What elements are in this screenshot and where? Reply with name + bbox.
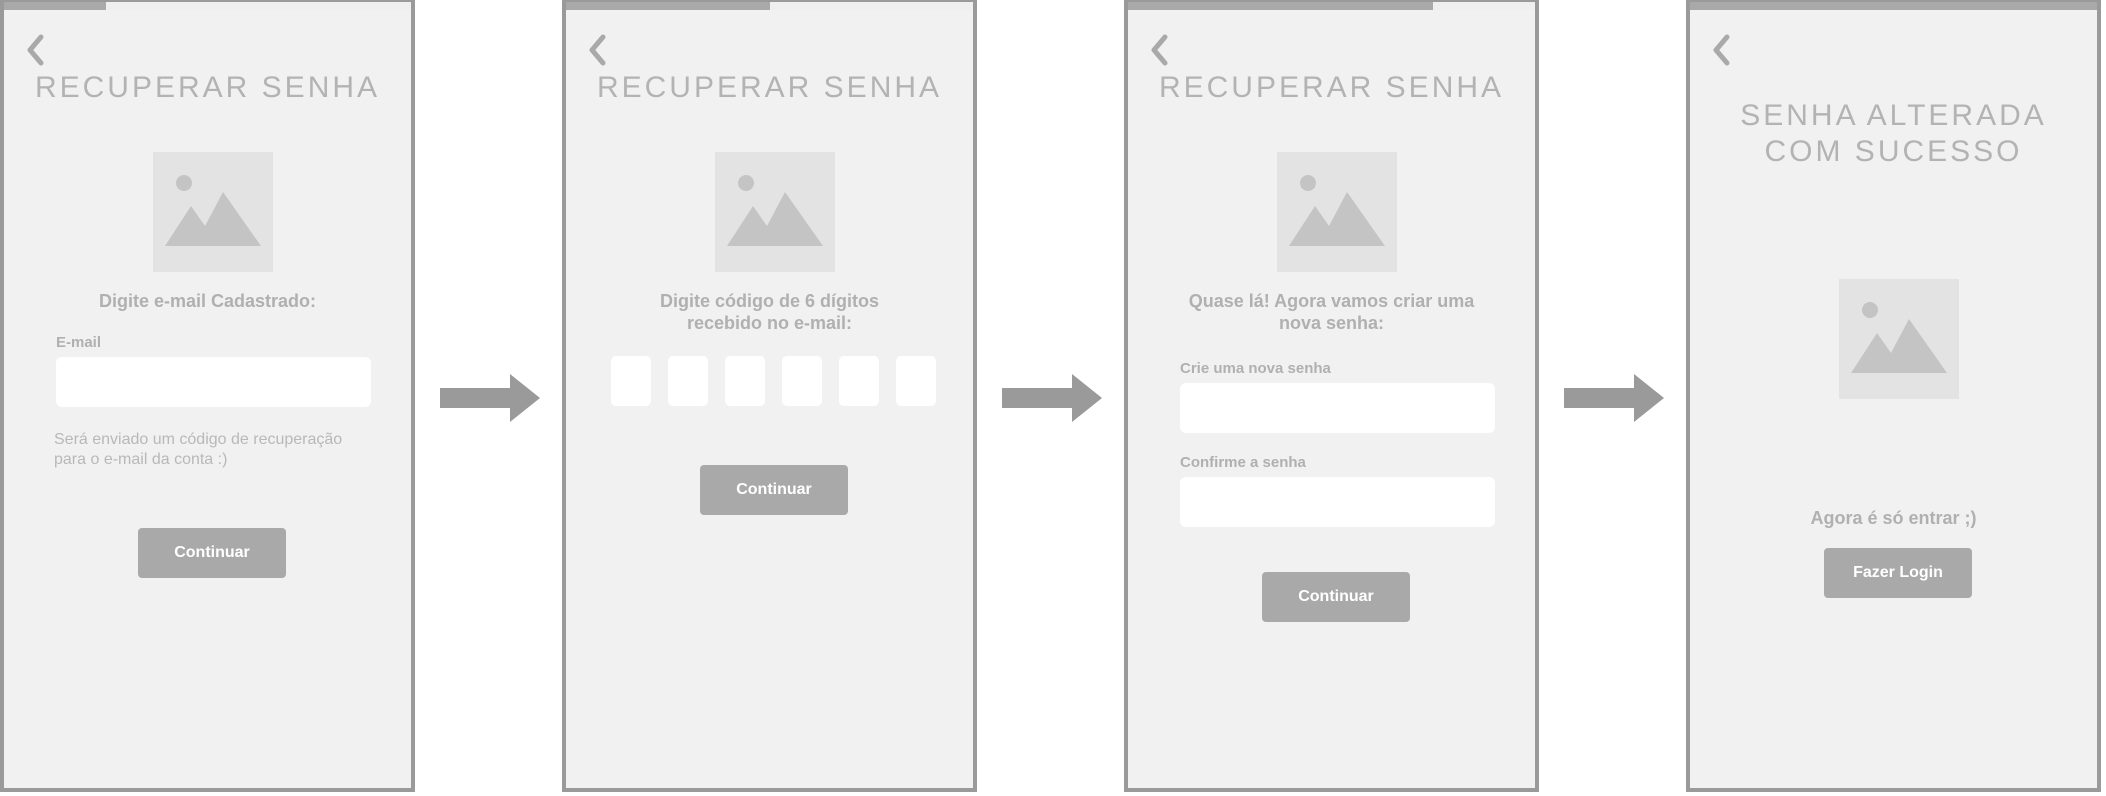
new-password-prompt: Quase lá! Agora vamos criar uma nova sen… [1188, 291, 1475, 333]
new-password-label: Crie uma nova senha [1180, 360, 1331, 377]
progress-bar-fill [4, 2, 106, 10]
email-label: E-mail [56, 334, 102, 351]
code-prompt: Digite código de 6 dígitos recebido no e… [659, 291, 879, 333]
code-digit-4[interactable] [782, 356, 822, 406]
continue-button[interactable]: Continuar [1262, 572, 1410, 622]
image-placeholder-icon [153, 152, 273, 272]
image-placeholder-icon [1839, 279, 1959, 399]
new-password-field[interactable] [1180, 383, 1495, 433]
page-title: SENHA ALTERADA COM SUCESSO [1740, 99, 2047, 168]
code-digit-2[interactable] [668, 356, 708, 406]
progress-bar [566, 2, 973, 10]
arrow-right-icon [1002, 374, 1102, 422]
screen-new-password: RECUPERAR SENHA Quase lá! Agora vamos cr… [1124, 0, 1539, 792]
screen-enter-code: RECUPERAR SENHA Digite código de 6 dígit… [562, 0, 977, 792]
continue-button[interactable]: Continuar [700, 465, 848, 515]
chevron-left-icon[interactable] [24, 32, 48, 68]
progress-bar [4, 2, 411, 10]
arrow-right-icon [440, 374, 540, 422]
login-button[interactable]: Fazer Login [1824, 548, 1972, 598]
image-placeholder-icon [1277, 152, 1397, 272]
progress-bar-fill [1690, 2, 2097, 10]
screen-enter-email: RECUPERAR SENHA Digite e-mail Cadastrado… [0, 0, 415, 792]
code-digit-3[interactable] [725, 356, 765, 406]
recovery-hint: Será enviado um código de recuperação pa… [54, 431, 343, 468]
code-digit-5[interactable] [839, 356, 879, 406]
code-digit-6[interactable] [896, 356, 936, 406]
progress-bar-fill [1128, 2, 1434, 10]
confirm-password-label: Confirme a senha [1180, 454, 1306, 471]
confirm-password-field[interactable] [1180, 477, 1495, 527]
page-title: RECUPERAR SENHA [1158, 71, 1505, 104]
success-message: Agora é só entrar ;) [1810, 508, 1977, 528]
recover-password-flow: RECUPERAR SENHA Digite e-mail Cadastrado… [0, 0, 2106, 796]
progress-bar-fill [566, 2, 770, 10]
continue-button[interactable]: Continuar [138, 528, 286, 578]
arrow-right-icon [1564, 374, 1664, 422]
email-field[interactable] [56, 357, 371, 407]
code-digit-1[interactable] [611, 356, 651, 406]
image-placeholder-icon [715, 152, 835, 272]
progress-bar [1690, 2, 2097, 10]
page-title: RECUPERAR SENHA [34, 71, 381, 104]
chevron-left-icon[interactable] [1148, 32, 1172, 68]
progress-bar [1128, 2, 1535, 10]
chevron-left-icon[interactable] [586, 32, 610, 68]
screen-password-changed: SENHA ALTERADA COM SUCESSO Agora é só en… [1686, 0, 2101, 792]
chevron-left-icon[interactable] [1710, 32, 1734, 68]
page-title: RECUPERAR SENHA [596, 71, 943, 104]
email-prompt: Digite e-mail Cadastrado: [98, 291, 317, 311]
